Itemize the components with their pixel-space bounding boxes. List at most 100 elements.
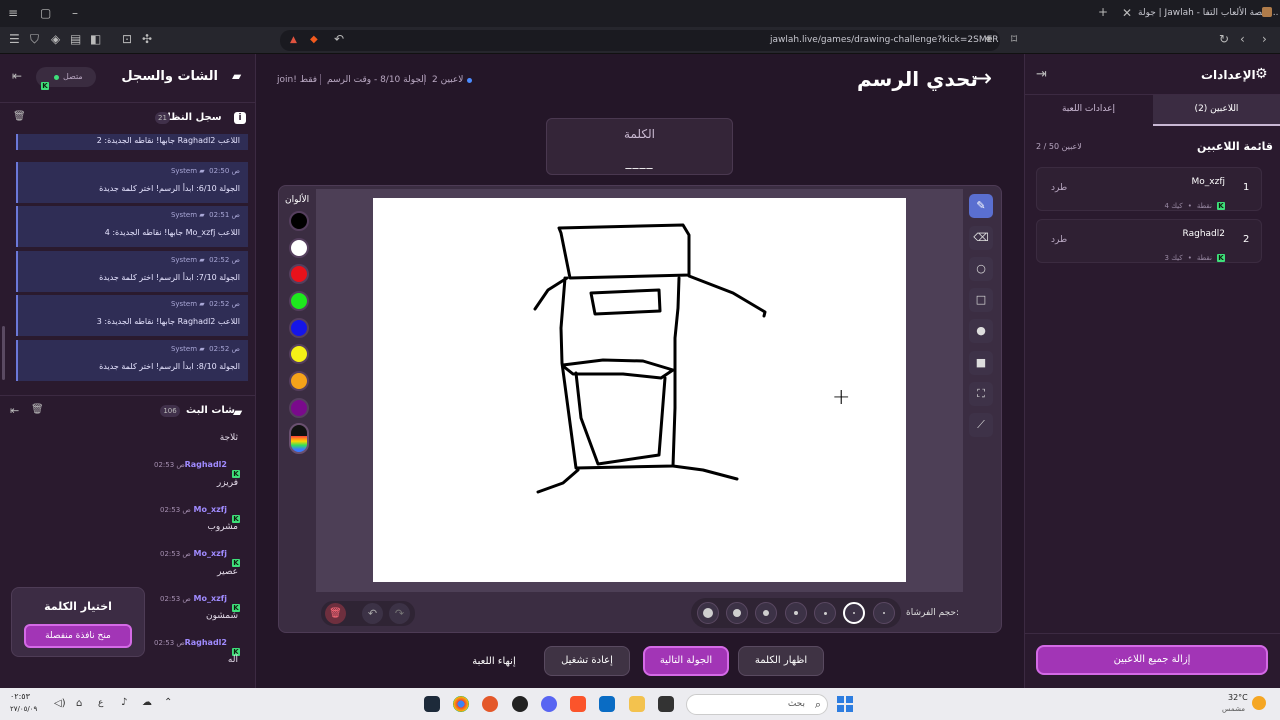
network-icon[interactable]: ⌂ bbox=[76, 698, 82, 709]
arrow-right-icon[interactable]: → bbox=[972, 64, 992, 92]
browser-tab-title[interactable]: جولة | Jawlah - منصة الألعاب التفا... bbox=[1138, 8, 1278, 18]
chat-meta: K Mo_xzfj 02:53 ص bbox=[160, 594, 240, 612]
eraser-tool[interactable]: ⌫ bbox=[969, 226, 993, 250]
explorer-icon[interactable] bbox=[629, 696, 645, 712]
brush-size-selected[interactable] bbox=[843, 602, 865, 624]
rectangle-tool[interactable]: □ bbox=[969, 288, 993, 312]
word-choice-title: اختيار الكلمة bbox=[44, 600, 112, 613]
brush-size-xs[interactable] bbox=[814, 602, 836, 624]
kick-player-button[interactable]: طرد bbox=[1051, 235, 1067, 245]
store-icon[interactable] bbox=[599, 696, 615, 712]
clock-date[interactable]: ٢٧/٠٥/٠٩ bbox=[10, 705, 37, 713]
url-text[interactable]: jawlah.live/games/drawing-challenge?kick… bbox=[770, 35, 999, 45]
restart-button[interactable]: إعادة تشغيل bbox=[544, 646, 630, 676]
color-yellow[interactable] bbox=[289, 344, 309, 364]
chrome-icon[interactable] bbox=[453, 696, 469, 712]
firefox-icon[interactable] bbox=[482, 696, 498, 712]
language-indicator[interactable]: ع bbox=[98, 698, 103, 708]
cloud-icon[interactable]: ☁ bbox=[142, 697, 152, 708]
open-popup-button[interactable]: منح نافذة منفصلة bbox=[24, 624, 132, 648]
volume-icon[interactable]: ◁) bbox=[54, 698, 66, 709]
reader-icon[interactable]: ▤ bbox=[70, 33, 81, 45]
log-text: الجولة 8/10: ابدأ الرسم! اختر كلمة جديدة bbox=[99, 362, 240, 371]
color-red[interactable] bbox=[289, 264, 309, 284]
kick-icon: K bbox=[41, 82, 49, 90]
pencil-tool[interactable]: ✎ bbox=[969, 194, 993, 218]
collapse-settings-icon[interactable]: ⇥ bbox=[1036, 68, 1047, 81]
end-game-button[interactable]: إنهاء اللعبة bbox=[454, 650, 534, 674]
sidebar-toggle-icon[interactable]: ☰ bbox=[9, 33, 20, 45]
align-icon[interactable]: ⇤ bbox=[10, 405, 19, 416]
fill-bucket-tool[interactable]: ⛶ bbox=[969, 382, 993, 406]
share-icon[interactable]: ↶ bbox=[334, 33, 344, 45]
color-white[interactable] bbox=[289, 238, 309, 258]
next-round-button[interactable]: الجولة التالية bbox=[643, 646, 729, 676]
mic-icon[interactable]: ♪ bbox=[121, 697, 127, 708]
taskbar-search[interactable]: بحث ⌕ bbox=[686, 694, 828, 715]
color-blue[interactable] bbox=[289, 318, 309, 338]
redo-button[interactable]: ↷ bbox=[389, 603, 410, 624]
brave-rewards-icon[interactable]: ▲ bbox=[290, 35, 297, 45]
color-purple[interactable] bbox=[289, 398, 309, 418]
back-icon[interactable]: ‹ bbox=[1240, 33, 1245, 45]
menu-icon[interactable]: ≡ bbox=[8, 7, 18, 19]
dash-icon[interactable]: – bbox=[72, 7, 78, 19]
color-orange[interactable] bbox=[289, 371, 309, 391]
tab-game-settings[interactable]: إعدادات اللعبة bbox=[1025, 95, 1152, 126]
remove-all-players-button[interactable]: إزالة جميع اللاعبين bbox=[1036, 645, 1268, 675]
close-tab-icon[interactable]: ✕ bbox=[1122, 7, 1132, 19]
clear-chat-icon[interactable]: 🗑 bbox=[31, 405, 44, 415]
weather-desc[interactable]: مشمس bbox=[1222, 705, 1245, 713]
color-green[interactable] bbox=[289, 291, 309, 311]
clock-time[interactable]: ٠٢:٥٣ bbox=[10, 692, 30, 701]
brush-size-l[interactable] bbox=[726, 602, 748, 624]
stream-chat-title: شات البث bbox=[186, 405, 235, 416]
new-tab-icon[interactable]: + bbox=[1098, 6, 1108, 18]
color-black[interactable] bbox=[289, 211, 309, 231]
filled-rectangle-tool[interactable]: ■ bbox=[969, 351, 993, 375]
brave-icon[interactable] bbox=[570, 696, 586, 712]
drawing-canvas[interactable] bbox=[373, 198, 906, 582]
weather-temp[interactable]: 32°C bbox=[1228, 693, 1248, 702]
brush-size-xl[interactable] bbox=[697, 602, 719, 624]
extensions-icon[interactable]: ✣ bbox=[142, 33, 152, 45]
bookmark-icon[interactable]: ⌑ bbox=[1011, 33, 1017, 45]
tab-players[interactable]: اللاعبين (2) bbox=[1153, 95, 1280, 126]
word-choice-card: اختيار الكلمة منح نافذة منفصلة bbox=[11, 587, 145, 657]
windows-start-icon[interactable] bbox=[837, 696, 853, 712]
steam-icon[interactable] bbox=[424, 696, 440, 712]
clear-canvas-button[interactable]: 🗑 bbox=[325, 603, 346, 624]
brave-shield-icon[interactable]: ◆ bbox=[310, 34, 318, 45]
brush-size-xxs[interactable] bbox=[873, 602, 895, 624]
reload-icon[interactable]: ↻ bbox=[1219, 33, 1229, 45]
crosshair-cursor: + bbox=[832, 385, 851, 410]
discord-icon[interactable] bbox=[541, 696, 557, 712]
reveal-word-button[interactable]: اظهار الكلمة bbox=[738, 646, 824, 676]
custom-color-picker[interactable] bbox=[289, 423, 309, 454]
kick-player-button[interactable]: طرد bbox=[1051, 183, 1067, 193]
undo-button[interactable]: ↶ bbox=[362, 603, 383, 624]
screenshot-icon[interactable]: ⊡ bbox=[122, 33, 132, 45]
terminal-icon[interactable] bbox=[658, 696, 674, 712]
brush-size-m[interactable] bbox=[755, 602, 777, 624]
brush-size-s[interactable] bbox=[785, 602, 807, 624]
line-tool[interactable]: ⟋ bbox=[969, 413, 993, 437]
link-icon[interactable]: ⚭ bbox=[984, 33, 994, 45]
filled-circle-tool[interactable]: ● bbox=[969, 319, 993, 343]
wallet-icon[interactable]: ◈ bbox=[51, 33, 60, 45]
log-text: اللاعب Raghadl2 جابها! نقاطه الجديدة: 3 bbox=[96, 317, 240, 326]
shield-icon[interactable]: ⛉ bbox=[30, 33, 39, 45]
forward-icon[interactable]: › bbox=[1262, 33, 1267, 45]
tab-icon[interactable]: ▢ bbox=[40, 7, 51, 19]
sidebar-icon[interactable]: ◧ bbox=[90, 33, 101, 45]
system-log-count: 21 bbox=[155, 112, 170, 124]
chat-bubble-icon: ▰ bbox=[232, 69, 242, 83]
circle-tool[interactable]: ○ bbox=[969, 257, 993, 281]
collapse-panel-icon[interactable]: ⇤ bbox=[12, 70, 22, 82]
trash-icon[interactable]: 🗑 bbox=[13, 112, 26, 122]
obs-icon[interactable] bbox=[512, 696, 528, 712]
brush-size-label: حجم الفرشاة: bbox=[906, 608, 960, 618]
log-scrollbar[interactable] bbox=[2, 326, 5, 380]
tray-expand-icon[interactable]: ⌃ bbox=[164, 697, 172, 708]
players-list-title: قائمة اللاعبين bbox=[1197, 140, 1273, 153]
